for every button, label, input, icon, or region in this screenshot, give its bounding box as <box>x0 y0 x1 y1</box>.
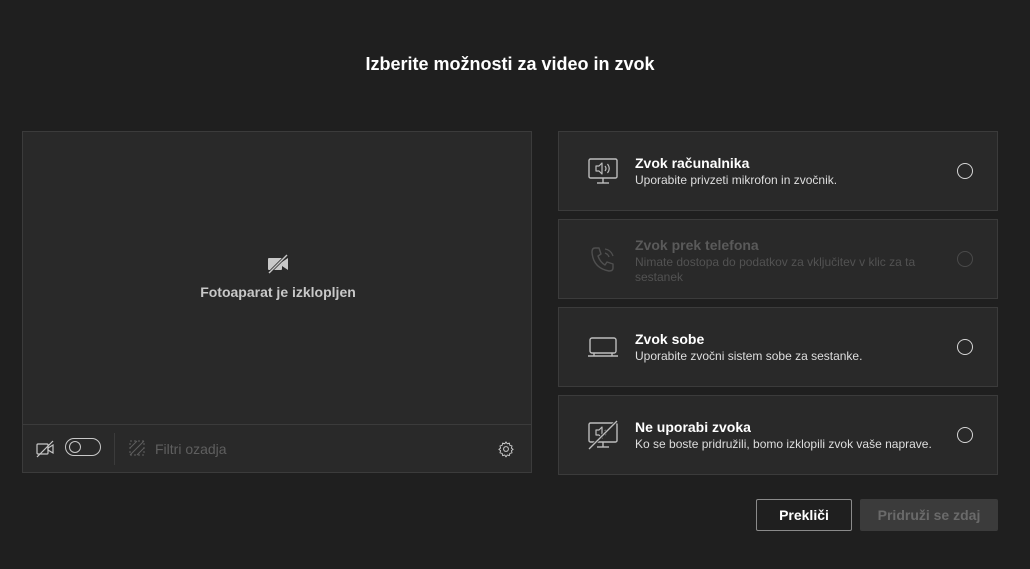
option-text: Zvok prek telefona Nimate dostopa do pod… <box>635 237 935 285</box>
option-description: Ko se boste pridružili, bomo izklopili z… <box>635 437 932 451</box>
phone-audio-icon <box>591 247 614 272</box>
option-description: Uporabite privzeti mikrofon in zvočnik. <box>635 173 838 187</box>
room-audio-icon <box>588 337 618 357</box>
camera-off-icon <box>267 253 289 275</box>
camera-off-message: Fotoaparat je izklopljen <box>23 252 533 300</box>
radio-computer-audio[interactable] <box>957 163 973 179</box>
background-filters-icon <box>129 440 145 456</box>
preview-toolbar: Filtri ozadja <box>23 424 531 472</box>
computer-audio-icon <box>588 158 618 184</box>
option-computer-audio[interactable]: Zvok računalnika Uporabite privzeti mikr… <box>558 131 998 211</box>
option-phone-audio: Zvok prek telefona Nimate dostopa do pod… <box>558 219 998 299</box>
camera-toggle-knob <box>69 441 81 453</box>
option-room-audio[interactable]: Zvok sobe Uporabite zvočni sistem sobe z… <box>558 307 998 387</box>
camera-toggle[interactable] <box>65 438 101 456</box>
option-title: Zvok sobe <box>635 331 705 347</box>
radio-room-audio[interactable] <box>957 339 973 355</box>
option-text: Zvok sobe Uporabite zvočni sistem sobe z… <box>635 331 935 364</box>
camera-off-small-icon <box>36 440 54 458</box>
radio-phone-audio <box>957 251 973 267</box>
option-text: Zvok računalnika Uporabite privzeti mikr… <box>635 155 935 188</box>
cancel-button[interactable]: Prekliči <box>756 499 852 531</box>
no-audio-icon <box>587 420 619 450</box>
option-title: Ne uporabi zvoka <box>635 419 751 435</box>
option-description: Uporabite zvočni sistem sobe za sestanke… <box>635 349 863 363</box>
camera-off-text: Fotoaparat je izklopljen <box>200 284 356 300</box>
join-options-page: Izberite možnosti za video in zvok Fotoa… <box>0 0 1030 569</box>
option-title: Zvok računalnika <box>635 155 750 171</box>
join-now-button[interactable]: Pridruži se zdaj <box>860 499 998 531</box>
option-description: Nimate dostopa do podatkov za vključitev… <box>635 255 916 284</box>
radio-no-audio[interactable] <box>957 427 973 443</box>
page-title: Izberite možnosti za video in zvok <box>365 54 655 74</box>
toolbar-divider <box>114 433 115 465</box>
video-preview: Fotoaparat je izklopljen Filtri ozadja <box>22 131 532 473</box>
gear-icon[interactable] <box>497 440 515 458</box>
option-title: Zvok prek telefona <box>635 237 759 253</box>
background-filters-label[interactable]: Filtri ozadja <box>155 441 227 457</box>
option-no-audio[interactable]: Ne uporabi zvoka Ko se boste pridružili,… <box>558 395 998 475</box>
option-text: Ne uporabi zvoka Ko se boste pridružili,… <box>635 419 955 452</box>
